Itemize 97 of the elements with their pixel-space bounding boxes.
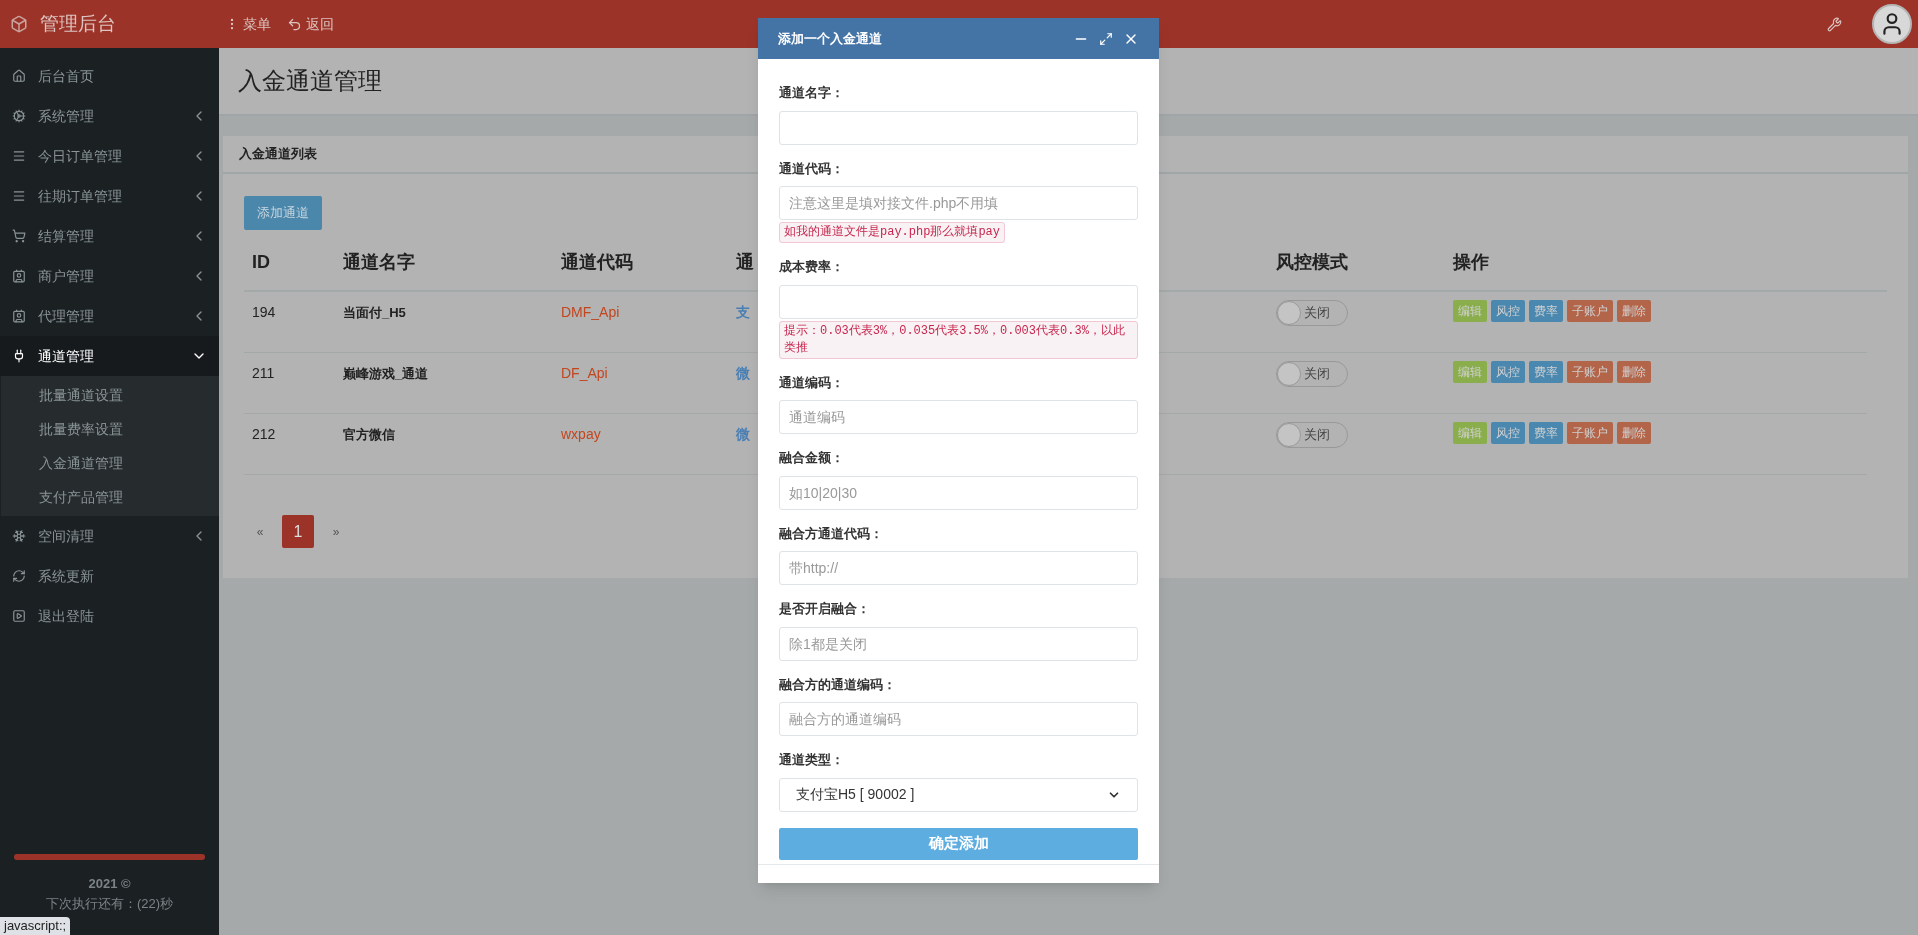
action-button[interactable]: 费率 — [1529, 361, 1563, 383]
field-label: 融合方通道代码： — [779, 524, 884, 543]
action-button[interactable]: 删除 — [1617, 300, 1651, 322]
sidebar-item[interactable]: 今日订单管理 — [0, 136, 219, 176]
page-link[interactable]: « — [244, 515, 276, 548]
page-link[interactable]: » — [320, 515, 352, 548]
field-label: 成本费率： — [779, 258, 845, 276]
table-cell: 支 — [736, 304, 750, 320]
table-cell: 194 — [252, 304, 276, 320]
input-field[interactable] — [779, 284, 1138, 319]
table-cell: 官方微信 — [343, 427, 395, 442]
action-button[interactable]: 删除 — [1617, 361, 1651, 383]
undo-arrow-icon — [287, 16, 302, 32]
page-link[interactable]: 1 — [282, 515, 314, 548]
page-title: 入金通道管理 — [238, 66, 382, 96]
panel-title: 入金通道列表 — [239, 145, 317, 164]
table-cell: 当面付_H5 — [343, 305, 406, 320]
action-button[interactable]: 删除 — [1617, 422, 1651, 444]
list-icon — [12, 149, 26, 163]
sidebar-item[interactable]: 系统更新 — [0, 556, 219, 596]
modal-title: 添加一个入金通道 — [778, 29, 883, 48]
play-square-icon — [12, 609, 26, 623]
field-label: 融合金额： — [779, 449, 845, 467]
column-header: 风控模式 — [1276, 251, 1348, 272]
home-icon — [12, 69, 26, 83]
column-header: 通 — [736, 251, 754, 272]
hint-note: 如我的通道文件是pay.php那么就填pay — [779, 222, 1005, 243]
sidebar-item[interactable]: 商户管理 — [0, 256, 219, 296]
table-cell: 212 — [252, 426, 276, 442]
submenu-item[interactable]: 批量通道设置 — [19, 378, 219, 412]
countdown-text: 下次执行还有：(22)秒 — [45, 894, 174, 913]
submenu-item[interactable]: 批量费率设置 — [19, 412, 219, 446]
sidebar-item[interactable]: 结算管理 — [0, 216, 219, 256]
sidebar-item[interactable]: 空间清理 — [0, 516, 219, 556]
table-cell: 巅峰游戏_通道 — [343, 366, 429, 381]
refresh-icon — [12, 569, 26, 583]
submenu-item[interactable]: 支付产品管理 — [19, 480, 219, 514]
table-cell: 微 — [736, 426, 750, 442]
toggle-switch[interactable]: 关闭 — [1276, 422, 1348, 448]
field-label: 通道名字： — [779, 84, 845, 102]
table-cell: 微 — [736, 365, 750, 381]
copyright-text: 2021 © — [88, 875, 131, 893]
table-cell: DMF_Api — [561, 304, 620, 320]
status-tooltip: javascript:; — [0, 917, 71, 935]
column-header: 操作 — [1453, 251, 1489, 272]
input-field[interactable]: 如10|20|30 — [779, 475, 1138, 510]
table-cell: DF_Api — [561, 365, 608, 381]
submit-button[interactable]: 确定添加 — [779, 827, 1138, 860]
field-label: 通道代码： — [779, 159, 845, 178]
action-button[interactable]: 子账户 — [1567, 422, 1613, 444]
sidebar-item[interactable]: 代理管理 — [0, 296, 219, 336]
sidebar-item[interactable]: 往期订单管理 — [0, 176, 219, 216]
sidebar-item[interactable]: 退出登陆 — [0, 596, 219, 636]
hint-note: 提示：0.03代表3%，0.035代表3.5%，0.003代表0.3%，以此类推 — [779, 320, 1138, 359]
field-label: 通道编码： — [779, 373, 845, 392]
input-field[interactable]: 注意这里是填对接文件.php不用填 — [779, 186, 1138, 220]
select-field[interactable]: 支付宝H5 [ 90002 ] — [779, 777, 1138, 812]
column-header: 通道名字 — [343, 251, 415, 272]
plug-icon — [12, 349, 26, 363]
input-field[interactable]: 融合方的通道编码 — [779, 702, 1138, 736]
action-button[interactable]: 风控 — [1491, 422, 1525, 444]
cube-icon — [10, 15, 28, 33]
contact-card-icon — [12, 309, 26, 323]
action-button[interactable]: 费率 — [1529, 422, 1563, 444]
snowflake-icon — [12, 529, 26, 543]
action-button[interactable]: 费率 — [1529, 300, 1563, 322]
add-channel-button[interactable]: 添加通道 — [244, 196, 322, 230]
input-field[interactable]: 通道编码 — [779, 400, 1138, 434]
action-button[interactable]: 风控 — [1491, 361, 1525, 383]
field-label: 通道类型： — [779, 751, 845, 769]
list-icon — [12, 189, 26, 203]
action-button[interactable]: 子账户 — [1567, 300, 1613, 322]
menu-button[interactable]: 菜单 — [225, 13, 271, 35]
field-label: 融合方的通道编码： — [779, 675, 897, 694]
field-label: 是否开启融合： — [779, 600, 871, 618]
sidebar-item[interactable]: 后台首页 — [0, 56, 219, 96]
action-button[interactable]: 子账户 — [1567, 361, 1613, 383]
input-field[interactable]: 带http:// — [779, 551, 1138, 585]
input-field[interactable]: 除1都是关闭 — [779, 626, 1138, 661]
table-cell: wxpay — [561, 426, 601, 442]
contact-card-icon — [12, 269, 26, 283]
avatar[interactable] — [1872, 4, 1912, 44]
wrench-icon[interactable] — [1827, 16, 1842, 32]
toggle-switch[interactable]: 关闭 — [1276, 361, 1348, 387]
sidebar-item[interactable]: 通道管理 — [0, 336, 219, 376]
submenu-item[interactable]: 入金通道管理 — [19, 446, 219, 480]
maximize-icon[interactable] — [1099, 31, 1113, 46]
toggle-switch[interactable]: 关闭 — [1276, 300, 1348, 326]
input-field[interactable] — [779, 110, 1138, 145]
column-header: 通道代码 — [561, 251, 633, 272]
cart-icon — [12, 229, 26, 243]
column-header: ID — [252, 251, 270, 272]
back-button[interactable]: 返回 — [287, 13, 334, 35]
table-cell: 211 — [252, 365, 275, 381]
sidebar-item[interactable]: 系统管理 — [0, 96, 219, 136]
brand-name[interactable]: 管理后台 — [40, 9, 116, 39]
action-button[interactable]: 风控 — [1491, 300, 1525, 322]
